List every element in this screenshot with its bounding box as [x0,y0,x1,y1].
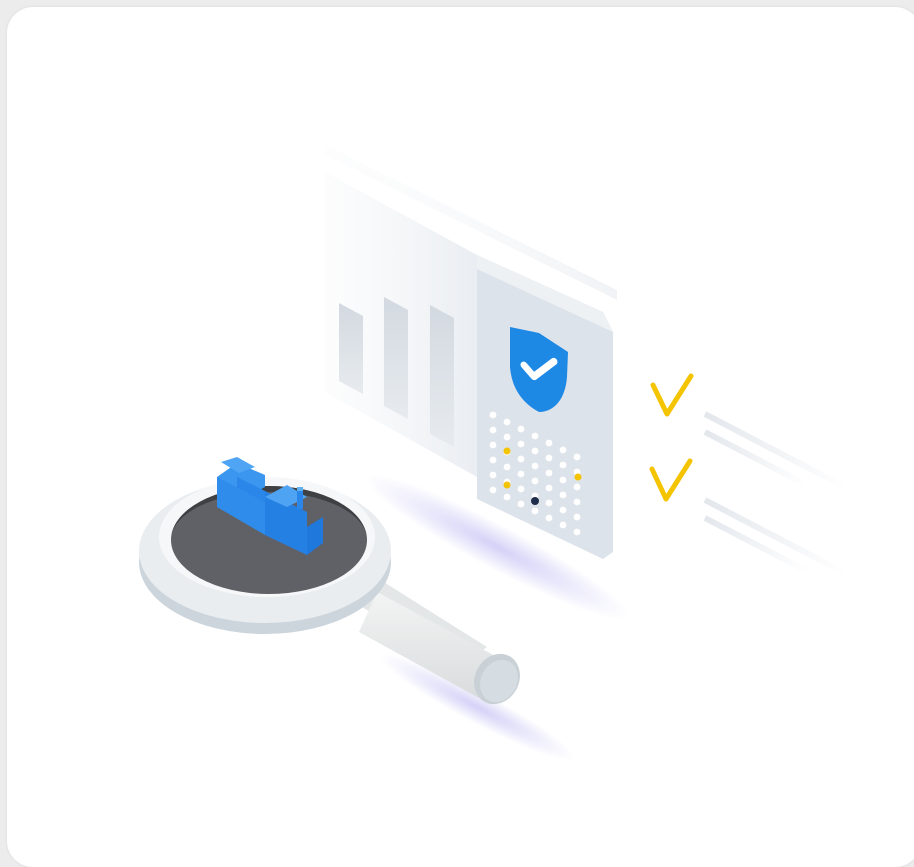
grid-dot [545,454,553,462]
grid-dot [559,491,567,499]
list-lines [703,411,847,576]
grid-dot [573,513,581,521]
checkmark-icon [649,458,693,502]
security-panel [477,255,613,559]
grid-dot [545,499,553,507]
status-dot [503,447,511,455]
grid-dot [503,418,511,426]
grid-dot [531,432,539,440]
grid-dot [531,447,539,455]
grid-dot [545,514,553,522]
checkmark-icon [650,373,694,417]
grid-dot [503,463,511,471]
grid-dot [545,484,553,492]
grid-dot [489,486,497,494]
grid-dot [517,425,525,433]
grid-dot [503,433,511,441]
status-dot [503,481,511,489]
grid-dot [573,528,581,536]
grid-dot [573,483,581,491]
grid-dot [517,485,525,493]
illustration-card [7,7,914,867]
grid-dot [517,470,525,478]
grid-dot [489,471,497,479]
grid-dot [545,439,553,447]
grid-dot [517,500,525,508]
grid-dot [559,521,567,529]
grid-dot [489,426,497,434]
grid-dot [531,507,539,515]
security-scan-illustration [139,145,847,761]
grid-dot [531,462,539,470]
grid-dot [559,461,567,469]
grid-dot [573,498,581,506]
grid-dot [559,506,567,514]
chart-bar [430,305,454,447]
chart-bar [339,303,363,394]
chart-bar [384,297,408,419]
grid-dot [517,440,525,448]
indicator-dot [531,497,539,505]
grid-dot [531,477,539,485]
grid-dot [489,456,497,464]
grid-dot [559,476,567,484]
grid-dot [517,455,525,463]
grid-dot [489,441,497,449]
grid-dot [573,453,581,461]
grid-dot [503,493,511,501]
grid-dot [559,446,567,454]
grid-dot [545,469,553,477]
grid-dot [489,411,497,419]
status-dot [574,473,582,481]
